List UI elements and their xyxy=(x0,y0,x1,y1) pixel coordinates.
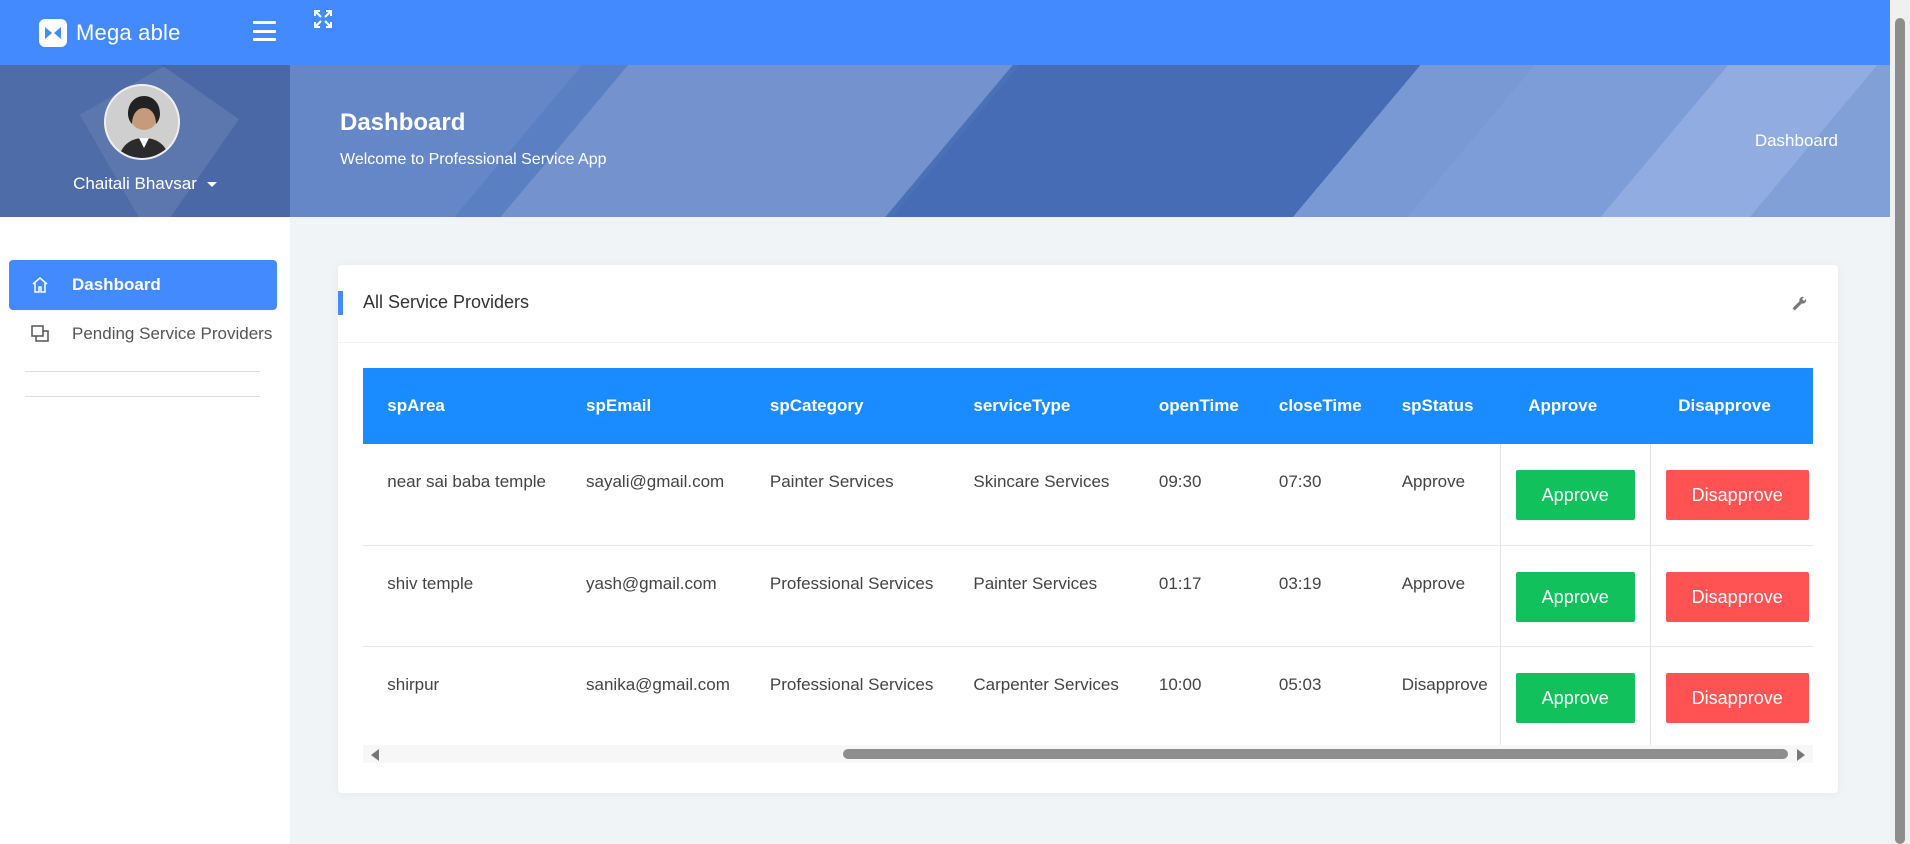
card-title: All Service Providers xyxy=(363,292,530,312)
column-header-spemail: spEmail xyxy=(558,368,742,444)
table-row: 2 near sai baba temple sayali@gmail.com … xyxy=(363,444,1813,546)
divider xyxy=(25,371,260,372)
home-icon xyxy=(29,274,51,296)
table-row: 3 shiv temple yash@gmail.com Professiona… xyxy=(363,545,1813,647)
sidebar-item-dashboard[interactable]: Dashboard xyxy=(9,260,277,310)
column-header-approve: Approve xyxy=(1500,368,1651,444)
approve-button[interactable]: Approve xyxy=(1515,571,1635,622)
scrollbar-thumb[interactable] xyxy=(843,749,1788,759)
fullscreen-icon[interactable] xyxy=(313,9,333,29)
divider xyxy=(25,396,260,397)
cell-email: yash@gmail.com xyxy=(558,545,742,647)
cell-area: shiv temple xyxy=(363,545,559,647)
scroll-right-arrow-icon[interactable] xyxy=(1797,749,1805,761)
copy-icon xyxy=(29,323,51,345)
cell-open-time: 01:17 xyxy=(1130,545,1251,647)
disapprove-button[interactable]: Disapprove xyxy=(1665,470,1809,520)
page-title: Dashboard xyxy=(340,109,466,136)
sidebar-item-label: Pending Service Providers xyxy=(72,324,273,343)
cell-open-time: 09:30 xyxy=(1130,444,1251,546)
cell-category: Professional Services xyxy=(769,674,934,694)
service-providers-card: All Service Providers ode spArea spEmail… xyxy=(338,265,1838,793)
top-navbar: Mega able xyxy=(0,0,1890,65)
column-header-servicetype: serviceType xyxy=(945,368,1131,444)
cell-service-type: Painter Services xyxy=(945,545,1131,647)
brand-name: Mega able xyxy=(76,19,181,45)
sidebar-item-pending-service-providers[interactable]: Pending Service Providers xyxy=(9,309,277,359)
page-header: Dashboard Welcome to Professional Servic… xyxy=(290,65,1890,217)
approve-button[interactable]: Approve xyxy=(1515,470,1635,520)
user-menu[interactable]: Chaitali Bhavsar xyxy=(0,174,290,194)
cell-email: sayali@gmail.com xyxy=(558,444,742,546)
column-header-disapprove: Disapprove xyxy=(1650,368,1813,444)
column-header-spstatus: spStatus xyxy=(1373,368,1501,444)
cell-open-time: 10:00 xyxy=(1158,674,1202,694)
window-scrollbar-thumb[interactable] xyxy=(1895,18,1905,844)
cell-status: Approve xyxy=(1373,545,1501,647)
cell-status: Disapprove xyxy=(1401,674,1488,694)
menu-toggle-icon[interactable] xyxy=(253,21,276,41)
approve-button[interactable]: Approve xyxy=(1515,672,1635,723)
cell-email: sanika@gmail.com xyxy=(586,674,730,694)
cell-area: near sai baba temple xyxy=(363,444,559,546)
cell-area: shirpur xyxy=(387,674,440,694)
sidebar-item-label: Dashboard xyxy=(72,275,161,294)
user-name: Chaitali Bhavsar xyxy=(73,174,197,193)
cell-status: Approve xyxy=(1373,444,1501,546)
window-scrollbar[interactable] xyxy=(1890,0,1910,844)
table-header-row: ode spArea spEmail spCategory serviceTyp… xyxy=(363,368,1813,444)
table-row: 5 shirpur sanika@gmail.com Professional … xyxy=(363,646,1813,747)
cell-category: Painter Services xyxy=(741,444,946,546)
disapprove-button[interactable]: Disapprove xyxy=(1665,672,1809,723)
table-horizontal-scrollbar[interactable] xyxy=(363,745,1813,763)
card-header: All Service Providers xyxy=(338,265,1838,343)
avatar[interactable] xyxy=(104,84,180,160)
cell-close-time: 05:03 xyxy=(1278,674,1322,694)
cell-close-time: 03:19 xyxy=(1250,545,1374,647)
cell-close-time: 07:30 xyxy=(1250,444,1374,546)
wrench-icon[interactable] xyxy=(1790,295,1808,313)
page-subtitle: Welcome to Professional Service App xyxy=(340,151,607,168)
brand[interactable]: Mega able xyxy=(39,0,181,65)
column-header-closetime: closeTime xyxy=(1250,368,1374,444)
caret-down-icon xyxy=(206,182,217,188)
scroll-left-arrow-icon[interactable] xyxy=(371,749,379,761)
cell-service-type: Skincare Services xyxy=(945,444,1131,546)
column-header-spcategory: spCategory xyxy=(741,368,946,444)
cell-service-type: Carpenter Services xyxy=(973,674,1119,694)
cell-category: Professional Services xyxy=(741,545,946,647)
profile-panel: Chaitali Bhavsar xyxy=(0,65,290,217)
service-providers-table[interactable]: ode spArea spEmail spCategory serviceTyp… xyxy=(363,368,1813,748)
breadcrumb[interactable]: Dashboard xyxy=(1755,131,1838,151)
disapprove-button[interactable]: Disapprove xyxy=(1665,571,1809,622)
sidebar: Dashboard Pending Service Providers xyxy=(0,217,290,844)
column-header-opentime: openTime xyxy=(1130,368,1251,444)
column-header-sparea: spArea xyxy=(363,368,559,444)
brand-logo-icon xyxy=(39,18,67,47)
